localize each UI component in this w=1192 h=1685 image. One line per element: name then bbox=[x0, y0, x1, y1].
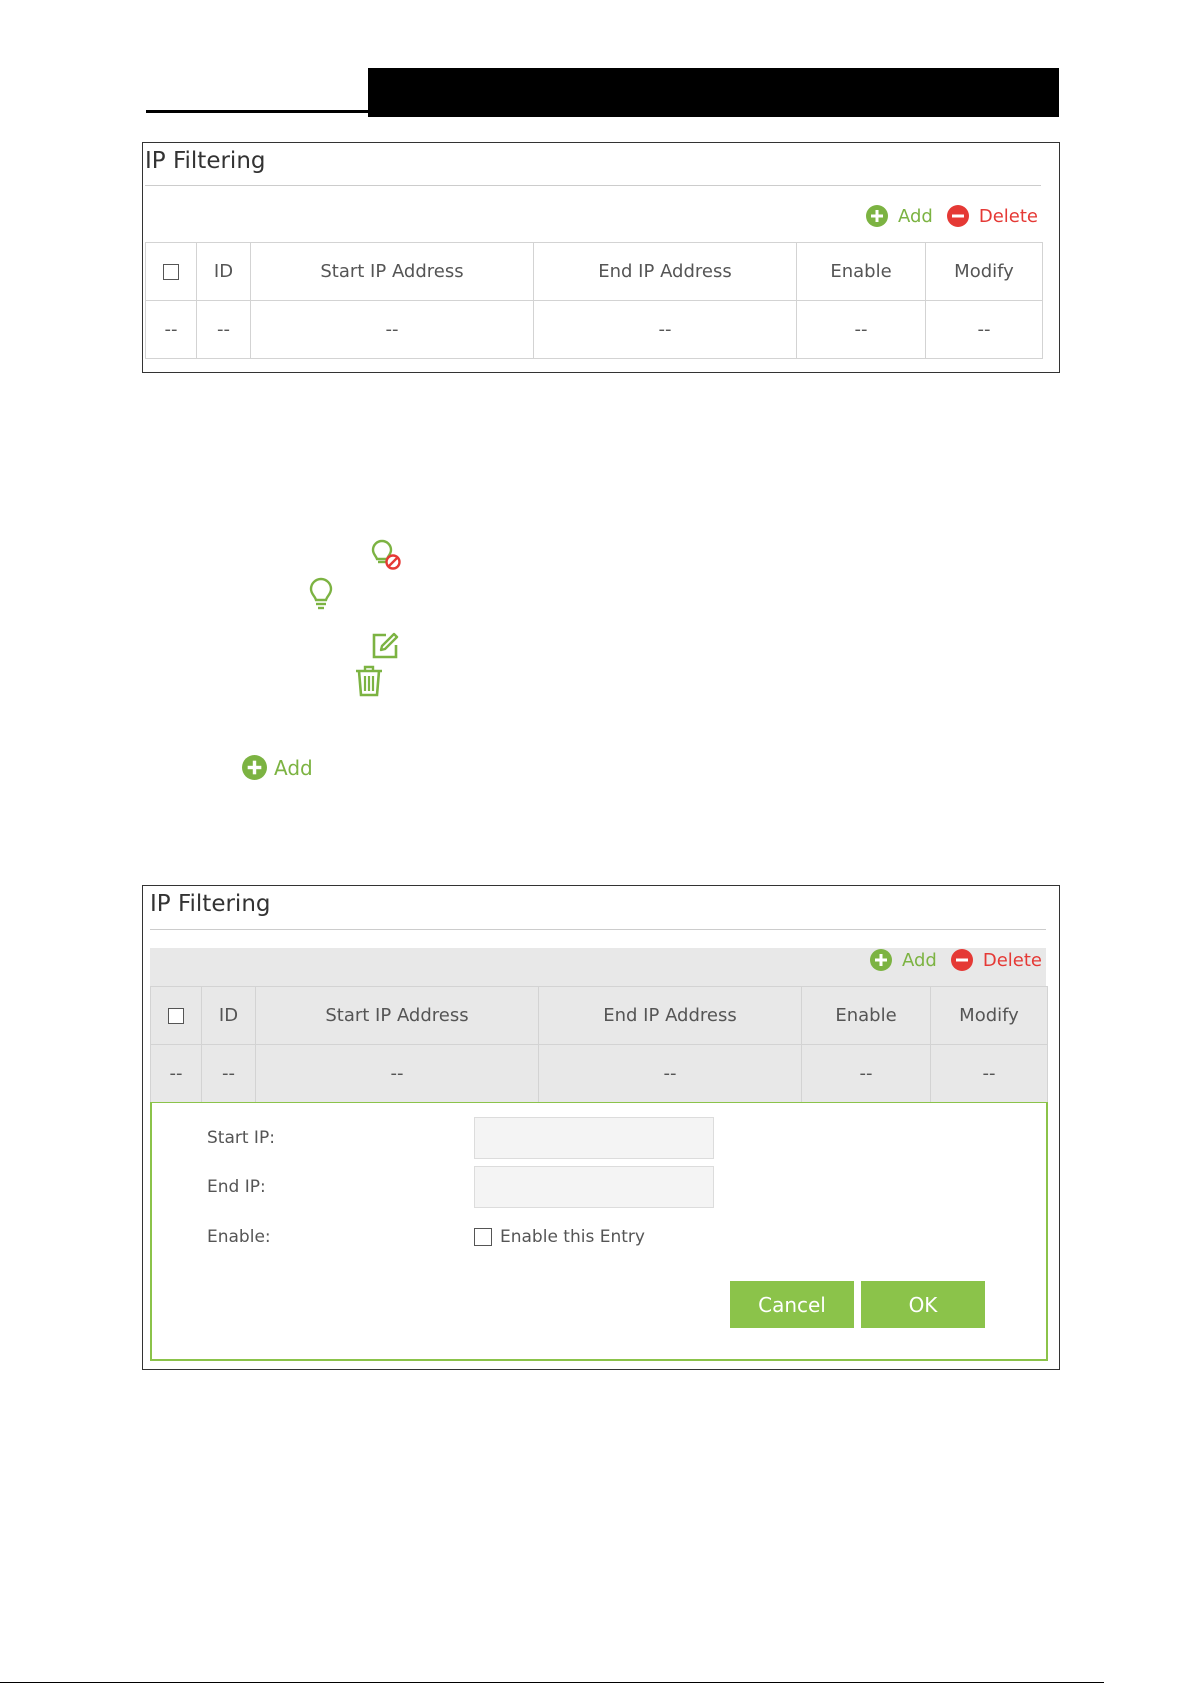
column-header: End IP Address bbox=[538, 986, 802, 1045]
table-cell: -- bbox=[196, 300, 251, 359]
table-cell: -- bbox=[250, 300, 534, 359]
bulb-disabled-icon bbox=[371, 539, 401, 570]
column-header: Modify bbox=[925, 242, 1043, 301]
table-row: -- -- -- -- -- -- bbox=[150, 1044, 1048, 1103]
edit-icon bbox=[372, 632, 399, 659]
add-icon bbox=[242, 755, 267, 780]
end-ip-label: End IP: bbox=[207, 1177, 266, 1197]
footer-rule-end bbox=[1092, 1682, 1104, 1683]
add-label: Add bbox=[897, 205, 933, 227]
panel-title: IP Filtering bbox=[150, 891, 271, 917]
enable-label: Enable: bbox=[207, 1227, 271, 1247]
legend-add-button: Add bbox=[242, 755, 313, 780]
start-ip-input[interactable] bbox=[474, 1117, 714, 1159]
select-all-checkbox[interactable] bbox=[168, 1008, 184, 1024]
column-header: ID bbox=[196, 242, 251, 301]
ip-filtering-panel: IP Filtering Add Delete ID Start IP Addr… bbox=[142, 142, 1060, 373]
footer-rule bbox=[0, 1682, 1092, 1683]
column-header: Enable bbox=[801, 986, 931, 1045]
enable-entry-checkbox-row[interactable]: Enable this Entry bbox=[474, 1227, 645, 1247]
add-entry-form: Start IP: End IP: Enable: Enable this En… bbox=[150, 1102, 1048, 1361]
delete-button[interactable]: Delete bbox=[950, 949, 1042, 971]
select-all-cell bbox=[150, 986, 202, 1045]
table-cell: -- bbox=[801, 1044, 931, 1103]
table-toolbar: Add Delete bbox=[869, 949, 1042, 971]
table-cell: -- bbox=[145, 300, 197, 359]
column-header: End IP Address bbox=[533, 242, 797, 301]
delete-label: Delete bbox=[982, 949, 1042, 971]
title-divider bbox=[150, 929, 1046, 930]
table-header-row: ID Start IP Address End IP Address Enabl… bbox=[145, 242, 1043, 301]
table-cell: -- bbox=[930, 1044, 1048, 1103]
panel-title: IP Filtering bbox=[145, 148, 266, 174]
select-all-cell bbox=[145, 242, 197, 301]
table-header-row: ID Start IP Address End IP Address Enabl… bbox=[150, 986, 1048, 1045]
bulb-icon bbox=[309, 577, 333, 610]
column-header: Start IP Address bbox=[255, 986, 539, 1045]
column-header: Start IP Address bbox=[250, 242, 534, 301]
end-ip-input[interactable] bbox=[474, 1166, 714, 1208]
table-cell: -- bbox=[796, 300, 926, 359]
column-header: ID bbox=[201, 986, 256, 1045]
column-header: Modify bbox=[930, 986, 1048, 1045]
start-ip-label: Start IP: bbox=[207, 1128, 275, 1148]
cancel-button[interactable]: Cancel bbox=[730, 1281, 854, 1328]
trash-icon bbox=[356, 665, 382, 697]
header-rule bbox=[146, 110, 368, 113]
add-icon bbox=[865, 205, 888, 227]
add-label: Add bbox=[901, 949, 937, 971]
legend-add-label: Add bbox=[274, 755, 313, 780]
ip-filtering-panel-add: IP Filtering Add Delete ID Start IP Addr bbox=[142, 885, 1060, 1370]
header-bar bbox=[368, 68, 1059, 117]
add-button[interactable]: Add bbox=[869, 949, 937, 971]
delete-icon bbox=[946, 205, 969, 227]
enable-entry-checkbox[interactable] bbox=[474, 1228, 492, 1246]
table-cell: -- bbox=[925, 300, 1043, 359]
table-cell: -- bbox=[150, 1044, 202, 1103]
enable-entry-label: Enable this Entry bbox=[500, 1227, 645, 1247]
delete-icon bbox=[950, 949, 973, 971]
column-header: Enable bbox=[796, 242, 926, 301]
add-button[interactable]: Add bbox=[865, 205, 933, 227]
table-cell: -- bbox=[533, 300, 797, 359]
ok-button[interactable]: OK bbox=[861, 1281, 985, 1328]
delete-label: Delete bbox=[978, 205, 1038, 227]
add-icon bbox=[869, 949, 892, 971]
ip-filter-table: ID Start IP Address End IP Address Enabl… bbox=[145, 242, 1043, 359]
table-cell: -- bbox=[201, 1044, 256, 1103]
delete-button[interactable]: Delete bbox=[946, 205, 1038, 227]
table-cell: -- bbox=[538, 1044, 802, 1103]
select-all-checkbox[interactable] bbox=[163, 264, 179, 280]
table-toolbar: Add Delete bbox=[865, 205, 1038, 227]
table-cell: -- bbox=[255, 1044, 539, 1103]
title-divider bbox=[145, 185, 1041, 186]
ip-filter-table: ID Start IP Address End IP Address Enabl… bbox=[150, 986, 1048, 1103]
table-row: -- -- -- -- -- -- bbox=[145, 300, 1043, 359]
